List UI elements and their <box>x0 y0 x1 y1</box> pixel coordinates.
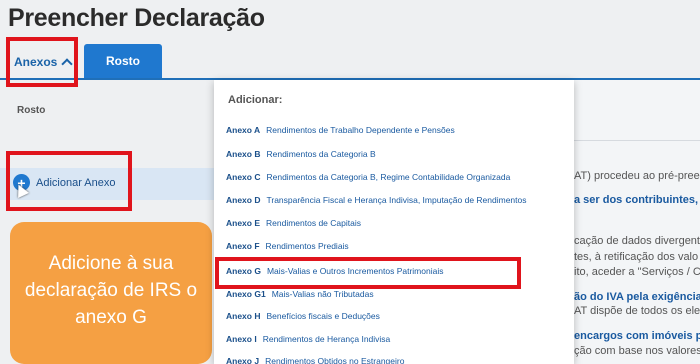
background-text: a ser dos contribuintes, p <box>574 194 700 206</box>
tab-rosto[interactable]: Rosto <box>84 44 162 78</box>
menu-item-anexo-f[interactable]: Anexo F Rendimentos Prediais <box>226 237 349 255</box>
sidebar-item-rosto[interactable]: Rosto <box>17 105 45 116</box>
background-text: encargos com imóveis pa <box>574 330 700 342</box>
menu-item-anexo-h[interactable]: Anexo H Benefícios fiscais e Deduções <box>226 307 380 325</box>
annex-label: Rendimentos Prediais <box>265 241 349 251</box>
annex-code: Anexo I <box>226 334 257 344</box>
highlight-add-annex <box>6 151 132 211</box>
annex-code: Anexo E <box>226 218 261 228</box>
instruction-callout: Adicione à sua declaração de IRS o anexo… <box>10 222 212 364</box>
background-text: tes, à retificação dos valo <box>574 251 699 263</box>
annex-label: Rendimentos da Categoria B, Regime Conta… <box>266 172 511 182</box>
annex-label: Benefícios fiscais e Deduções <box>266 311 380 321</box>
menu-item-anexo-j[interactable]: Anexo J Rendimentos Obtidos no Estrangei… <box>226 352 404 364</box>
background-text: ito, aceder a "Serviços / C <box>574 266 700 278</box>
highlight-anexo-g <box>215 257 521 289</box>
annex-code: Anexo H <box>226 311 261 321</box>
annex-label: Rendimentos de Capitais <box>266 218 361 228</box>
add-annex-dropdown: Adicionar: Anexo A Rendimentos de Trabal… <box>214 80 574 364</box>
annex-label: Rendimentos de Trabalho Dependente e Pen… <box>266 125 455 135</box>
highlight-anexos-tab <box>6 37 78 87</box>
annex-code: Anexo D <box>226 195 261 205</box>
background-text: ão do IVA pela exigência d <box>574 291 700 303</box>
background-text: cação de dados divergent <box>574 235 700 247</box>
background-text: AT) procedeu ao pré-preen <box>574 170 700 182</box>
menu-item-anexo-e[interactable]: Anexo E Rendimentos de Capitais <box>226 214 361 232</box>
annex-code: Anexo J <box>226 356 260 364</box>
menu-item-anexo-i[interactable]: Anexo I Rendimentos de Herança Indivisa <box>226 330 390 348</box>
menu-item-anexo-d[interactable]: Anexo D Transparência Fiscal e Herança I… <box>226 191 527 209</box>
menu-item-anexo-b[interactable]: Anexo B Rendimentos da Categoria B <box>226 145 376 163</box>
background-text: ção com base nos valores <box>574 345 700 357</box>
menu-item-anexo-a[interactable]: Anexo A Rendimentos de Trabalho Dependen… <box>226 121 455 139</box>
annex-code: Anexo C <box>226 172 261 182</box>
background-content <box>574 80 700 364</box>
dropdown-title: Adicionar: <box>228 94 283 106</box>
annex-label: Rendimentos de Herança Indivisa <box>262 334 391 344</box>
annex-label: Rendimentos Obtidos no Estrangeiro <box>265 356 405 364</box>
annex-code: Anexo A <box>226 125 261 135</box>
annex-label: Transparência Fiscal e Herança Indivisa,… <box>266 195 527 205</box>
menu-item-anexo-c[interactable]: Anexo C Rendimentos da Categoria B, Regi… <box>226 168 510 186</box>
background-text: AT dispõe de todos os ele <box>574 305 700 317</box>
annex-code: Anexo G1 <box>226 289 266 299</box>
annex-code: Anexo F <box>226 241 260 251</box>
divider <box>574 140 700 141</box>
annex-code: Anexo B <box>226 149 261 159</box>
annex-label: Mais-Valias não Tributadas <box>271 289 374 299</box>
page-title: Preencher Declaração <box>8 4 265 32</box>
annex-label: Rendimentos da Categoria B <box>266 149 376 159</box>
